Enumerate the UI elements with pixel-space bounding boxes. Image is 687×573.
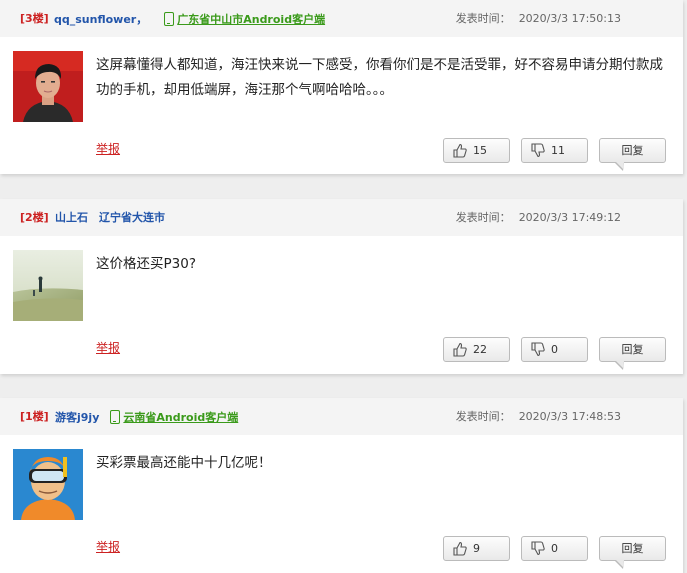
post-time: 发表时间： 2020/3/3 17:49:12 — [456, 211, 621, 225]
thumbs-up-icon — [453, 541, 467, 556]
phone-icon — [110, 410, 121, 424]
comment-text: 这屏幕懂得人都知道，海汪快来说一下感受，你看你们是不是活受罪，好不容易申请分期付… — [96, 57, 663, 98]
user-location: 辽宁省大连市 — [99, 211, 165, 224]
post-time-value: 2020/3/3 17:49:12 — [518, 211, 621, 224]
user-location-link[interactable]: 广东省中山市Android客户端 — [177, 13, 325, 26]
thumbs-down-icon — [531, 143, 545, 158]
dislike-button[interactable]: 0 — [521, 337, 588, 362]
like-button[interactable]: 22 — [443, 337, 510, 362]
like-button[interactable]: 9 — [443, 536, 510, 561]
user-info: 游客j9jy 云南省Android客户端 — [55, 410, 238, 425]
floor-number: [1楼] — [20, 410, 49, 423]
avatar[interactable] — [13, 250, 83, 321]
reply-button[interactable]: 回复 — [599, 138, 666, 171]
post-time: 发表时间： 2020/3/3 17:50:13 — [456, 12, 621, 26]
dislike-count: 11 — [551, 144, 565, 157]
reply-button[interactable]: 回复 — [599, 536, 666, 569]
thumbs-up-icon — [453, 143, 467, 158]
thumbs-down-icon — [531, 342, 545, 357]
user-info: qq_sunflower， 广东省中山市Android客户端 — [54, 12, 325, 27]
report-link[interactable]: 举报 — [96, 142, 120, 156]
report-link[interactable]: 举报 — [96, 540, 120, 554]
thumbs-up-icon — [453, 342, 467, 357]
comment-header: [2楼] 山上石 辽宁省大连市 发表时间： 2020/3/3 17:49:12 — [0, 199, 683, 236]
floor-number: [3楼] — [20, 12, 49, 25]
comment-card: [1楼] 游客j9jy 云南省Android客户端 发表时间： 2020/3/3 … — [0, 398, 683, 573]
comment-card: [3楼] qq_sunflower， 广东省中山市Android客户端 发表时间… — [0, 0, 683, 174]
comment-text: 这价格还买P30? — [96, 256, 196, 272]
comment-text: 买彩票最高还能中十几亿呢！ — [96, 455, 272, 471]
post-time-value: 2020/3/3 17:50:13 — [518, 12, 621, 25]
username-link[interactable]: qq_sunflower， — [54, 13, 147, 26]
username-link[interactable]: 山上石 — [55, 211, 88, 224]
like-count: 9 — [473, 542, 480, 555]
dislike-button[interactable]: 11 — [521, 138, 588, 163]
like-button[interactable]: 15 — [443, 138, 510, 163]
post-time-label: 发表时间： — [455, 12, 511, 25]
comment-header: [3楼] qq_sunflower， 广东省中山市Android客户端 发表时间… — [0, 0, 683, 37]
post-time-label: 发表时间： — [455, 211, 511, 224]
username-link[interactable]: 游客j9jy — [55, 411, 99, 424]
avatar[interactable] — [13, 449, 83, 520]
dislike-count: 0 — [551, 343, 558, 356]
dislike-count: 0 — [551, 542, 558, 555]
like-count: 22 — [473, 343, 487, 356]
reply-label: 回复 — [621, 343, 644, 356]
post-time: 发表时间： 2020/3/3 17:48:53 — [456, 410, 621, 424]
user-info: 山上石 辽宁省大连市 — [55, 211, 165, 225]
like-count: 15 — [473, 144, 487, 157]
reply-button[interactable]: 回复 — [599, 337, 666, 370]
reply-label: 回复 — [621, 144, 644, 157]
comment-card: [2楼] 山上石 辽宁省大连市 发表时间： 2020/3/3 17:49:12 — [0, 199, 683, 374]
avatar[interactable] — [13, 51, 83, 122]
comment-header: [1楼] 游客j9jy 云南省Android客户端 发表时间： 2020/3/3 … — [0, 398, 683, 435]
post-time-value: 2020/3/3 17:48:53 — [518, 410, 621, 423]
dislike-button[interactable]: 0 — [521, 536, 588, 561]
report-link[interactable]: 举报 — [96, 341, 120, 355]
phone-icon — [164, 12, 175, 26]
thumbs-down-icon — [531, 541, 545, 556]
reply-label: 回复 — [621, 542, 644, 555]
user-location-link[interactable]: 云南省Android客户端 — [123, 411, 238, 424]
floor-number: [2楼] — [20, 211, 49, 224]
post-time-label: 发表时间： — [455, 410, 511, 423]
